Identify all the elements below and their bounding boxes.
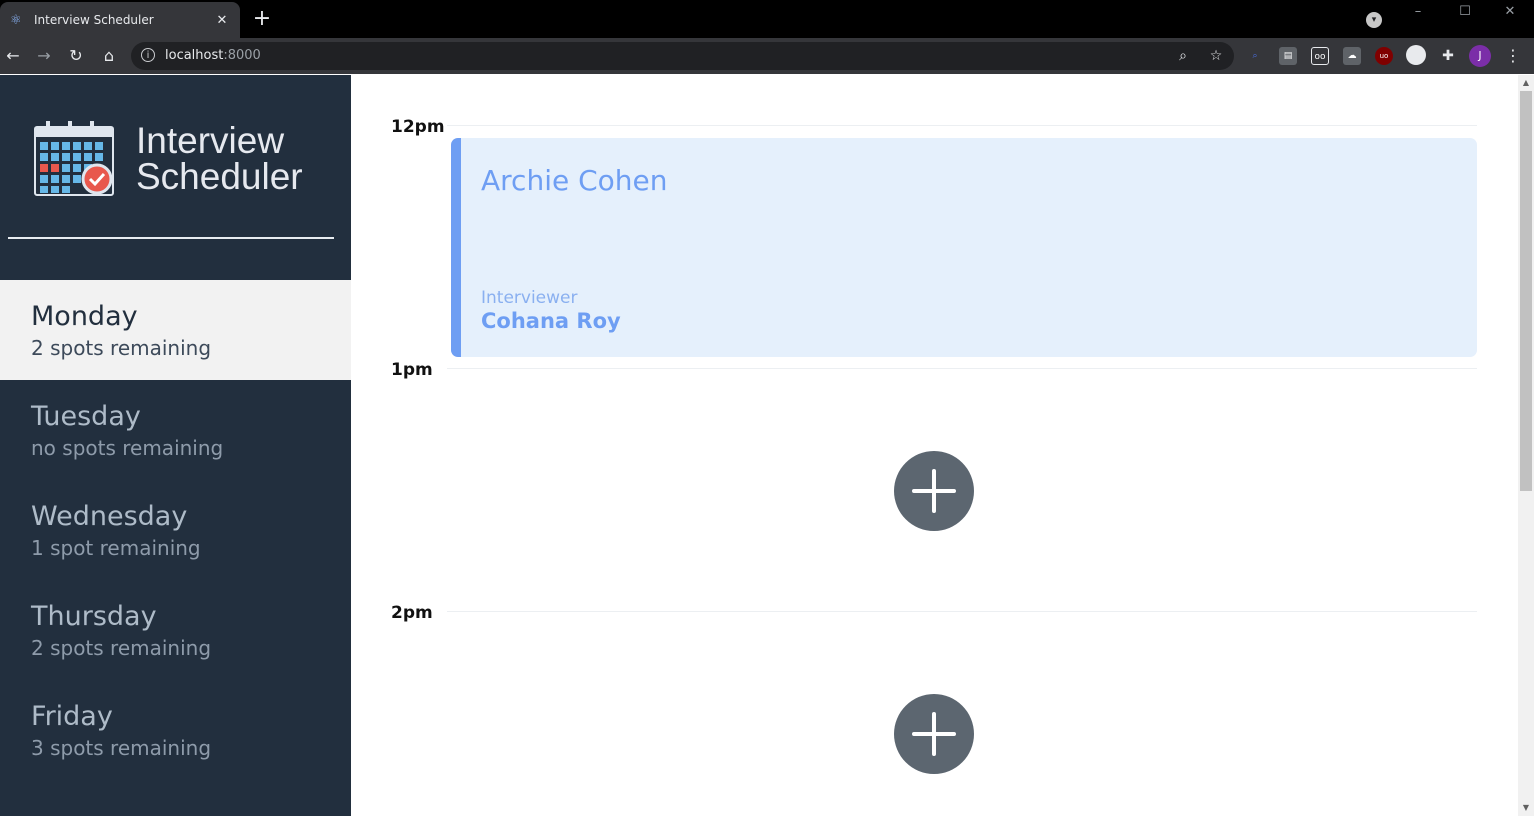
cloud-extension-icon[interactable]: ☁ <box>1343 47 1361 65</box>
day-item-wednesday[interactable]: Wednesday 1 spot remaining <box>0 480 351 580</box>
day-spots: no spots remaining <box>31 436 224 460</box>
address-bar[interactable]: i localhost:8000 ⌕ ☆ <box>131 42 1234 70</box>
home-icon[interactable]: ⌂ <box>98 45 120 67</box>
appointment-card[interactable]: Archie Cohen Interviewer Cohana Roy <box>451 138 1477 357</box>
schedule: 12pm Archie Cohen Interviewer Cohana Roy… <box>351 75 1518 816</box>
interviewer-label: Interviewer <box>481 288 578 308</box>
logo-line-1: Interview <box>136 120 285 161</box>
page-scrollbar[interactable]: ▲ ▼ <box>1518 75 1534 816</box>
extensions-puzzle-icon[interactable]: ✚ <box>1439 47 1457 65</box>
time-label-2pm: 2pm <box>391 603 433 623</box>
time-label-1pm: 1pm <box>391 360 433 380</box>
student-name: Archie Cohen <box>481 164 668 197</box>
url-text: localhost:8000 <box>165 48 261 63</box>
day-name: Thursday <box>31 601 157 632</box>
plus-icon <box>912 469 956 513</box>
app-logo-text: Interview Scheduler <box>136 120 336 197</box>
plus-icon <box>912 712 956 756</box>
day-item-tuesday[interactable]: Tuesday no spots remaining <box>0 380 351 480</box>
glasses-extension-icon[interactable]: oo <box>1311 47 1329 65</box>
hour-separator <box>447 125 1477 126</box>
hour-separator <box>447 611 1477 612</box>
hour-separator <box>447 368 1477 369</box>
day-spots: 2 spots remaining <box>31 336 212 360</box>
tab-title: Interview Scheduler <box>34 13 154 27</box>
tab-search-icon[interactable]: ▾ <box>1366 12 1382 28</box>
day-list: Monday 2 spots remaining Tuesday no spot… <box>0 280 351 780</box>
react-favicon-icon: ⚛ <box>10 12 22 28</box>
maximize-icon[interactable]: ☐ <box>1455 2 1475 22</box>
time-label-12pm: 12pm <box>391 117 445 137</box>
scroll-up-icon[interactable]: ▲ <box>1518 75 1534 91</box>
browser-tab[interactable]: ⚛ Interview Scheduler ✕ <box>0 2 240 38</box>
bookmark-star-icon[interactable]: ☆ <box>1207 47 1225 65</box>
calendar-logo-icon <box>34 121 114 196</box>
browser-toolbar: ← → ↻ ⌂ i localhost:8000 ⌕ ☆ ⌕ ▤ oo ☁ uo… <box>0 38 1534 74</box>
day-spots: 3 spots remaining <box>31 736 212 760</box>
sidebar-separator <box>8 237 334 239</box>
close-window-icon[interactable]: ✕ <box>1500 2 1520 22</box>
day-name: Tuesday <box>31 401 141 432</box>
close-tab-icon[interactable]: ✕ <box>214 13 230 28</box>
day-item-thursday[interactable]: Thursday 2 spots remaining <box>0 580 351 680</box>
reload-icon[interactable]: ↻ <box>65 45 87 67</box>
add-appointment-button[interactable] <box>894 451 974 531</box>
back-icon[interactable]: ← <box>2 45 24 67</box>
zoom-icon[interactable]: ⌕ <box>1174 47 1192 65</box>
account-extension-icon[interactable] <box>1406 45 1426 65</box>
day-name: Wednesday <box>31 501 188 532</box>
profile-avatar[interactable]: J <box>1469 45 1491 67</box>
logo-line-2: Scheduler <box>136 156 303 197</box>
add-appointment-button[interactable] <box>894 694 974 774</box>
day-name: Monday <box>31 301 138 332</box>
menu-icon[interactable]: ⋮ <box>1502 45 1524 67</box>
scroll-down-icon[interactable]: ▼ <box>1518 800 1534 816</box>
css-extension-icon[interactable]: ▤ <box>1279 47 1297 65</box>
day-item-monday[interactable]: Monday 2 spots remaining <box>0 280 351 380</box>
extension-icon[interactable]: ⌕ <box>1246 47 1264 65</box>
browser-tabstrip: ⚛ Interview Scheduler ✕ + ▾ – ☐ ✕ <box>0 0 1534 38</box>
day-name: Friday <box>31 701 113 732</box>
url-port: :8000 <box>223 48 261 63</box>
ublock-icon[interactable]: uo <box>1375 47 1393 65</box>
new-tab-button[interactable]: + <box>250 6 274 32</box>
day-item-friday[interactable]: Friday 3 spots remaining <box>0 680 351 780</box>
url-host: localhost <box>165 48 224 63</box>
sidebar: Interview Scheduler Monday 2 spots remai… <box>0 75 351 816</box>
day-spots: 1 spot remaining <box>31 536 201 560</box>
scrollbar-thumb[interactable] <box>1520 91 1532 491</box>
minimize-icon[interactable]: – <box>1408 2 1428 22</box>
forward-icon[interactable]: → <box>33 45 55 67</box>
site-info-icon[interactable]: i <box>141 48 155 62</box>
day-spots: 2 spots remaining <box>31 636 212 660</box>
interviewer-name: Cohana Roy <box>481 309 621 333</box>
